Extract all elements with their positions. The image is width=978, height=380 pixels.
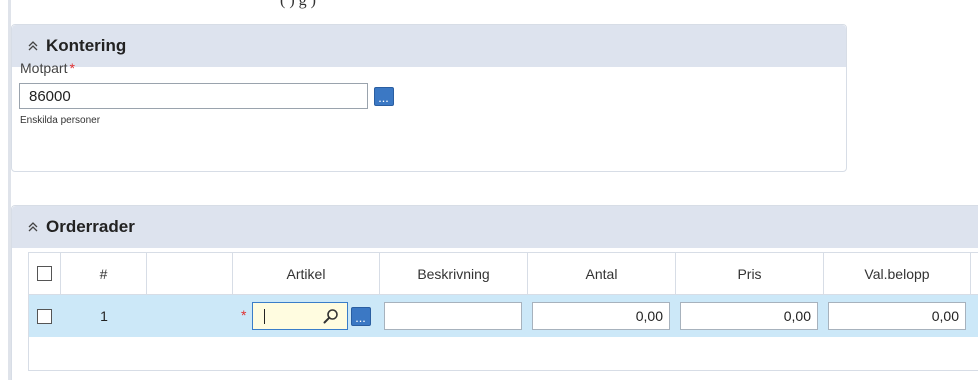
grid-empty-row — [28, 337, 978, 371]
col-header-number[interactable]: # — [61, 253, 147, 294]
row-number-cell: 1 — [61, 295, 147, 337]
artikel-input[interactable] — [252, 302, 348, 330]
orderrader-header[interactable]: Orderrader — [12, 206, 978, 248]
partial-header-text: ( ) g ) — [280, 0, 316, 9]
val-belopp-cell: 0,00 — [824, 295, 971, 337]
row-blank-cell — [147, 295, 233, 337]
motpart-label: Motpart * — [20, 60, 75, 76]
select-all-cell[interactable] — [29, 253, 61, 294]
required-marker: * — [241, 307, 247, 323]
col-header-antal[interactable]: Antal — [528, 253, 676, 294]
kontering-header[interactable]: Kontering — [12, 25, 846, 67]
kontering-title: Kontering — [46, 36, 127, 55]
motpart-input[interactable]: 86000 — [19, 83, 368, 109]
select-all-checkbox[interactable] — [37, 266, 52, 281]
row-select-cell — [29, 295, 61, 337]
motpart-hint: Enskilda personer — [20, 115, 101, 126]
col-header-beskrivning[interactable]: Beskrivning — [380, 253, 528, 294]
col-header-pris[interactable]: Pris — [676, 253, 824, 294]
chevron-double-up-icon[interactable] — [26, 220, 40, 234]
row-number: 1 — [100, 308, 108, 324]
lookup-ellipsis-icon: ... — [355, 313, 367, 324]
col-header-val-belopp[interactable]: Val.belopp — [824, 253, 971, 294]
pris-cell: 0,00 — [676, 295, 824, 337]
orderrader-grid: # Artikel Beskrivning Antal Pris Val.bel… — [28, 252, 978, 371]
search-icon[interactable] — [323, 308, 339, 329]
artikel-lookup-button[interactable]: ... — [351, 306, 371, 326]
text-caret — [264, 309, 265, 324]
table-row[interactable]: 1 * ... 0,00 0,00 0,00 — [28, 295, 978, 337]
required-marker: * — [69, 60, 75, 76]
chevron-double-up-icon[interactable] — [26, 39, 40, 53]
beskrivning-input[interactable] — [384, 302, 522, 330]
artikel-cell: * ... — [233, 295, 380, 337]
col-header-blank — [147, 253, 233, 294]
col-header-artikel[interactable]: Artikel — [233, 253, 380, 294]
beskrivning-cell — [380, 295, 528, 337]
antal-input[interactable]: 0,00 — [532, 302, 670, 330]
grid-header-row: # Artikel Beskrivning Antal Pris Val.bel… — [28, 252, 978, 295]
lookup-ellipsis-icon: ... — [378, 94, 390, 104]
pris-input[interactable]: 0,00 — [680, 302, 818, 330]
orderrader-title: Orderrader — [46, 217, 135, 236]
motpart-label-text: Motpart — [20, 60, 68, 76]
val-belopp-input[interactable]: 0,00 — [828, 302, 966, 330]
motpart-lookup-button[interactable]: ... — [374, 87, 394, 106]
row-checkbox[interactable] — [37, 308, 52, 324]
antal-cell: 0,00 — [528, 295, 676, 337]
